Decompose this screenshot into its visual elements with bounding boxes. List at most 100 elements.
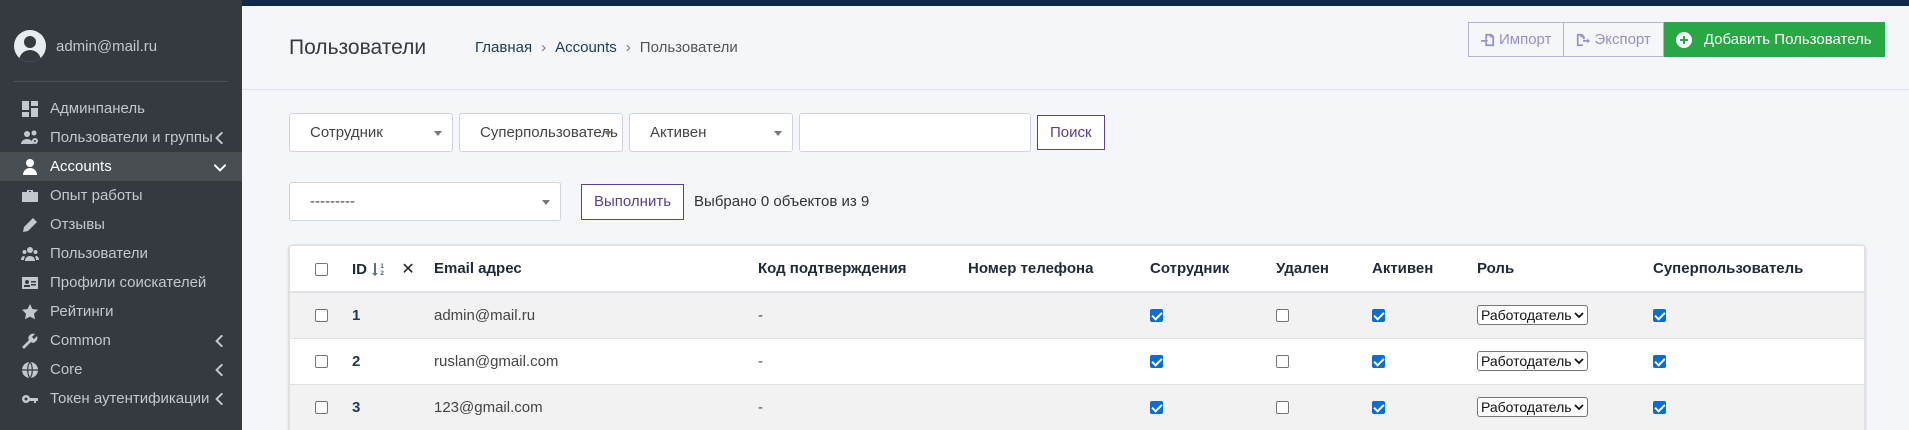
sidebar-item-label: Админпанель (50, 100, 145, 117)
filter-bar: Сотрудник Суперпользователь Активен Поис… (289, 113, 1105, 152)
column-header-superuser[interactable]: Суперпользователь (1653, 246, 1864, 293)
column-header-id[interactable]: ID 12 ✕ (352, 246, 434, 293)
user-email[interactable]: admin@mail.ru (56, 38, 157, 55)
action-select[interactable]: --------- (289, 182, 561, 221)
sidebar-item[interactable]: Common (0, 326, 242, 355)
deleted-checkbox[interactable] (1276, 309, 1289, 323)
column-header-deleted[interactable]: Удален (1276, 246, 1372, 293)
active-checkbox[interactable] (1372, 355, 1385, 369)
active-cell (1372, 338, 1477, 385)
sidebar-item-label: Accounts (50, 158, 112, 175)
breadcrumb: Главная › Accounts › Пользователи (475, 39, 738, 56)
chevron-left-icon[interactable] (214, 363, 226, 377)
user-id-link[interactable]: 2 (352, 353, 360, 370)
sidebar-item-label: Пользователи (50, 245, 148, 262)
deleted-checkbox[interactable] (1276, 401, 1289, 415)
key-icon (20, 389, 40, 409)
staff-filter-select[interactable]: Сотрудник (289, 113, 453, 152)
staff-checkbox[interactable] (1150, 309, 1163, 323)
row-select-checkbox[interactable] (315, 401, 328, 415)
breadcrumb-home[interactable]: Главная (475, 39, 532, 56)
sidebar-item[interactable]: Core (0, 355, 242, 384)
role-cell: Работодатель (1477, 292, 1653, 339)
sidebar-item[interactable]: Пользователи и группы (0, 123, 242, 152)
active-filter-select[interactable]: Активен (629, 113, 793, 152)
active-filter-value: Активен (650, 124, 707, 141)
selection-counter: Выбрано 0 объектов из 9 (694, 193, 870, 210)
staff-checkbox[interactable] (1150, 355, 1163, 369)
column-header-active[interactable]: Активен (1372, 246, 1477, 293)
deleted-cell (1276, 292, 1372, 339)
sidebar-nav: Админпанель Пользователи и группы Accounts… (0, 94, 242, 413)
role-select[interactable]: Работодатель (1477, 351, 1588, 371)
row-select-cell (290, 384, 352, 430)
add-user-label: Добавить Пользователь (1703, 31, 1872, 48)
object-tools: Импорт Экспорт Добавить Пользователь (1468, 22, 1885, 57)
sidebar-item[interactable]: Токен аутентификации (0, 384, 242, 413)
sidebar-item[interactable]: Отзывы (0, 210, 242, 239)
active-cell (1372, 292, 1477, 339)
user-id-link[interactable]: 1 (352, 307, 360, 324)
active-checkbox[interactable] (1372, 309, 1385, 323)
sidebar-item[interactable]: Рейтинги (0, 297, 242, 326)
superuser-cell (1653, 292, 1864, 339)
staff-filter-value: Сотрудник (310, 124, 383, 141)
code-cell: - (758, 292, 968, 339)
column-header-code[interactable]: Код подтверждения (758, 246, 968, 293)
superuser-checkbox[interactable] (1653, 309, 1666, 323)
breadcrumb-accounts[interactable]: Accounts (555, 39, 617, 56)
add-user-button[interactable]: Добавить Пользователь (1663, 22, 1885, 57)
column-header-role[interactable]: Роль (1477, 246, 1653, 293)
chevron-down-icon (542, 200, 550, 205)
row-select-checkbox[interactable] (315, 355, 328, 369)
run-action-button[interactable]: Выполнить (581, 183, 685, 220)
chevron-left-icon[interactable] (214, 131, 226, 145)
search-input[interactable] (799, 113, 1031, 152)
staff-checkbox[interactable] (1150, 401, 1163, 415)
id-cell: 1 (352, 292, 434, 339)
sidebar-item[interactable]: Accounts (0, 152, 242, 181)
sidebar-item[interactable]: Профили соискателей (0, 268, 242, 297)
sidebar-item[interactable]: Опыт работы (0, 181, 242, 210)
sort-ascending-icon[interactable]: 12 (371, 261, 387, 278)
chevron-down-icon (434, 131, 442, 136)
column-header-staff[interactable]: Сотрудник (1150, 246, 1276, 293)
file-import-icon (1481, 33, 1495, 46)
sidebar-item-label: Опыт работы (50, 187, 143, 204)
clear-sort-icon[interactable]: ✕ (401, 261, 414, 278)
superuser-checkbox[interactable] (1653, 401, 1666, 415)
results-card: ID 12 ✕ Email адрес Код подтверждения Но… (289, 245, 1865, 430)
chevron-left-icon[interactable] (214, 392, 226, 406)
code-cell: - (758, 384, 968, 430)
export-label: Экспорт (1594, 31, 1651, 48)
email-cell: admin@mail.ru (434, 292, 758, 339)
column-header-phone[interactable]: Номер телефона (968, 246, 1150, 293)
row-select-checkbox[interactable] (315, 309, 328, 323)
role-select[interactable]: Работодатель (1477, 397, 1588, 417)
superuser-checkbox[interactable] (1653, 355, 1666, 369)
sidebar-item-label: Core (50, 361, 83, 378)
deleted-checkbox[interactable] (1276, 355, 1289, 369)
import-button[interactable]: Импорт (1468, 22, 1565, 57)
role-select[interactable]: Работодатель (1477, 305, 1588, 326)
breadcrumb-current: Пользователи (639, 39, 738, 56)
main-content: Пользователи Главная › Accounts › Пользо… (242, 6, 1909, 430)
row-select-cell (290, 338, 352, 385)
user-icon (20, 157, 40, 177)
star-icon (20, 302, 40, 322)
chevron-down-icon (1573, 310, 1584, 320)
column-header-email[interactable]: Email адрес (434, 246, 758, 293)
sidebar-item[interactable]: Админпанель (0, 94, 242, 123)
user-panel[interactable]: admin@mail.ru (14, 18, 228, 82)
superuser-filter-select[interactable]: Суперпользователь (459, 113, 623, 152)
active-checkbox[interactable] (1372, 401, 1385, 415)
code-cell: - (758, 338, 968, 385)
export-button[interactable]: Экспорт (1564, 22, 1664, 57)
chevron-left-icon[interactable] (214, 334, 226, 348)
search-button[interactable]: Поиск (1037, 115, 1105, 150)
chevron-down-icon[interactable] (213, 160, 227, 172)
user-id-link[interactable]: 3 (352, 399, 360, 416)
select-all-checkbox[interactable] (315, 262, 328, 276)
dashboard-icon (20, 99, 40, 119)
sidebar-item[interactable]: Пользователи (0, 239, 242, 268)
